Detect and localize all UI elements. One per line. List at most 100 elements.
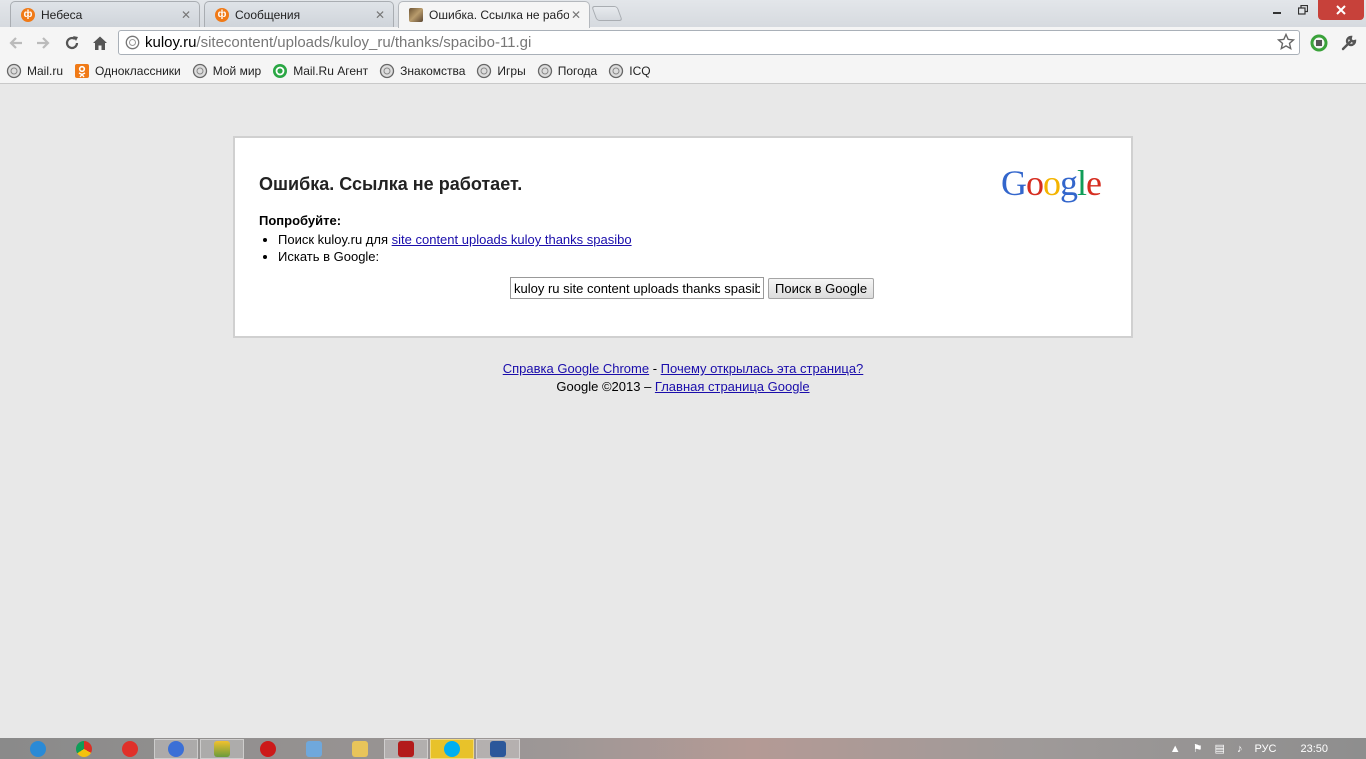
address-bar[interactable]: kuloy.ru/sitecontent/uploads/kuloy_ru/th… [118, 30, 1300, 55]
taskbar-explorer[interactable] [338, 739, 382, 759]
close-icon[interactable]: ✕ [569, 8, 583, 22]
copyright-text: Google ©2013 – [556, 379, 655, 394]
close-icon[interactable]: ✕ [179, 8, 193, 22]
google-logo: Google [1001, 162, 1102, 204]
language-indicator[interactable]: РУС [1254, 743, 1276, 755]
tab-nebesa[interactable]: ф Небеса ✕ [10, 1, 200, 27]
tray-expand-icon[interactable]: ▲ [1170, 743, 1181, 755]
home-button[interactable] [88, 31, 112, 55]
close-icon[interactable]: ✕ [373, 8, 387, 22]
taskbar-yandex[interactable] [108, 739, 152, 759]
bookmark-label: Игры [497, 63, 526, 78]
logo-letter: g [1060, 163, 1078, 203]
acrobat-icon [398, 741, 414, 757]
taxi-icon [214, 741, 230, 757]
try-label: Попробуйте: [259, 213, 342, 228]
restore-icon [1298, 5, 1308, 15]
logo-letter: l [1077, 163, 1087, 203]
reload-icon [65, 36, 79, 50]
footer-line-2: Google ©2013 – Главная страница Google [0, 378, 1366, 396]
bookmark-igry[interactable]: Игры [476, 63, 526, 79]
chrome-help-link[interactable]: Справка Google Chrome [503, 361, 649, 376]
globe-icon [6, 63, 22, 78]
wrench-icon [1341, 35, 1357, 51]
google-home-link[interactable]: Главная страница Google [655, 379, 810, 394]
page-content: Ошибка. Ссылка не работает. Google Попро… [0, 84, 1366, 738]
network-icon[interactable]: ▤ [1215, 742, 1225, 755]
bookmark-label: Mail.Ru Агент [293, 63, 369, 78]
forward-button[interactable] [31, 31, 55, 55]
volume-icon[interactable]: ♪ [1237, 743, 1243, 755]
system-tray: ▲ ⚑ ▤ ♪ РУС 23:50 [1164, 738, 1366, 759]
bookmark-label: Mail.ru [27, 63, 64, 78]
opera-icon [260, 741, 276, 757]
taskbar-ie[interactable] [16, 739, 60, 759]
restore-button[interactable] [1290, 0, 1316, 20]
tab-error-page[interactable]: Ошибка. Ссылка не работ ✕ [398, 1, 590, 28]
page-title: Ошибка. Ссылка не работает. [259, 174, 523, 194]
globe-icon [537, 63, 552, 78]
bookmark-icq[interactable]: ICQ [608, 63, 651, 79]
why-page-link[interactable]: Почему открылась эта страница? [661, 361, 864, 376]
taskbar-chrome[interactable] [62, 739, 106, 759]
globe-icon [609, 63, 624, 78]
logo-letter: o [1026, 163, 1044, 203]
minimize-button[interactable] [1264, 0, 1290, 20]
clock[interactable]: 23:50 [1300, 743, 1328, 755]
bookmark-label: Знакомства [400, 63, 466, 78]
globe-icon [379, 63, 395, 78]
bookmark-znakomstva[interactable]: Знакомства [379, 63, 465, 79]
odnoklassniki-icon: ф [215, 7, 229, 22]
minimize-icon [1273, 12, 1281, 14]
new-tab-button[interactable] [591, 6, 623, 21]
tab-title: Сообщения [235, 7, 301, 22]
ie-icon [30, 741, 46, 757]
reload-button[interactable] [60, 31, 84, 55]
bookmark-mail-ru[interactable]: Mail.ru [6, 63, 63, 79]
bookmark-star-icon[interactable] [1277, 33, 1295, 51]
page-icon [409, 8, 423, 22]
settings-button[interactable] [1337, 31, 1361, 55]
taskbar-remote[interactable] [292, 739, 336, 759]
back-button[interactable] [4, 31, 28, 55]
remote-icon [306, 741, 322, 757]
skype-icon [444, 741, 460, 757]
bookmarks-bar: Mail.ru Одноклассники Мой мир Mail.Ru Аг… [0, 58, 1366, 84]
tab-messages[interactable]: ф Сообщения ✕ [204, 1, 394, 27]
windows-taskbar: ▲ ⚑ ▤ ♪ РУС 23:50 [0, 738, 1366, 759]
taskbar-acrobat[interactable] [384, 739, 428, 759]
taskbar-word[interactable] [476, 739, 520, 759]
back-arrow-icon [9, 37, 22, 49]
yandex-icon [122, 741, 138, 757]
flag-icon[interactable]: ⚑ [1193, 742, 1203, 755]
search-input[interactable] [510, 277, 764, 299]
taskbar-skype[interactable] [430, 739, 474, 759]
bookmark-label: Погода [557, 63, 598, 78]
bookmark-label: Одноклассники [95, 63, 181, 78]
globe-icon [192, 63, 207, 78]
search-form: Поиск в Google [510, 277, 875, 299]
bird-icon [168, 741, 184, 757]
google-search-button[interactable]: Поиск в Google [768, 277, 875, 299]
site-search-link[interactable]: site content uploads kuloy thanks spasib… [392, 232, 632, 247]
tab-strip: ф Небеса ✕ ф Сообщения ✕ Ошибка. Ссылка … [0, 0, 1366, 28]
bookmark-odnoklassniki[interactable]: Одноклассники [74, 63, 181, 79]
word-icon [490, 741, 506, 757]
folder-icon [352, 741, 368, 757]
window-close-button[interactable] [1318, 0, 1364, 20]
bookmark-pogoda[interactable]: Погода [537, 63, 598, 79]
extension-refresh-icon [1310, 34, 1328, 52]
bookmark-moy-mir[interactable]: Мой мир [192, 63, 261, 79]
taskbar-taxi-app[interactable] [200, 739, 244, 759]
home-icon [93, 36, 107, 50]
bookmark-mail-agent[interactable]: Mail.Ru Агент [272, 63, 368, 79]
page-info-icon[interactable] [125, 35, 140, 50]
close-icon [1336, 5, 1346, 15]
taskbar-bird-app[interactable] [154, 739, 198, 759]
forward-arrow-icon [37, 37, 50, 49]
taskbar-opera[interactable] [246, 739, 290, 759]
odnoklassniki-icon [75, 63, 90, 78]
url-path: /sitecontent/uploads/kuloy_ru/thanks/spa… [196, 34, 532, 51]
extension-button[interactable] [1307, 31, 1331, 55]
url-text[interactable]: kuloy.ru/sitecontent/uploads/kuloy_ru/th… [145, 34, 531, 51]
